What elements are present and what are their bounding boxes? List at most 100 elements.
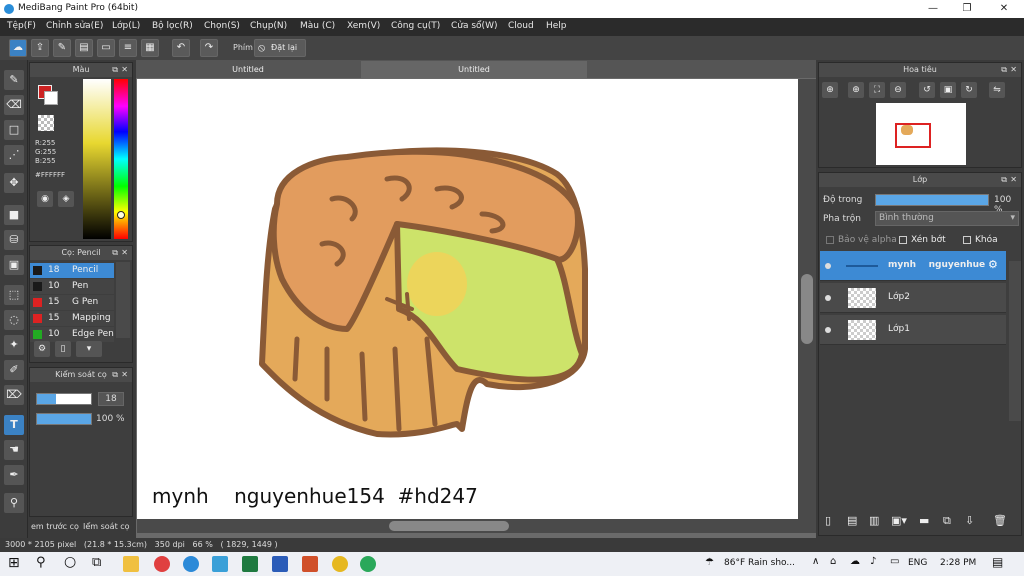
canvas-vertical-scrollbar[interactable] <box>798 79 816 519</box>
brush-tool-icon[interactable]: ✎ <box>4 70 24 90</box>
merge-layer-icon[interactable]: ⇩ <box>965 514 974 527</box>
gradient-tool-icon[interactable]: ▣ <box>4 255 24 275</box>
search-icon[interactable]: ⚲ <box>36 555 46 570</box>
brush-item[interactable]: 10 Edge Pen <box>30 327 114 342</box>
layer-row[interactable]: mynh nguyenhue ⚙ <box>820 251 1006 281</box>
undock-icon[interactable]: ⧉ <box>112 368 118 382</box>
panel-close-icon[interactable]: ✕ <box>121 246 128 260</box>
page-icon[interactable]: ▭ <box>97 39 115 57</box>
eyedropper-tool-icon[interactable]: ⚲ <box>4 493 24 513</box>
tab-document-1[interactable]: Untitled <box>136 61 360 78</box>
cloud-sync-icon[interactable]: ☁ <box>850 556 860 567</box>
new-layer-icon[interactable]: ▯ <box>825 514 831 527</box>
new-brush-icon[interactable]: ▯ <box>55 341 71 357</box>
zoom-in-icon[interactable]: ⊕ <box>822 82 838 98</box>
share-icon[interactable]: ⇪ <box>31 39 49 57</box>
panel-close-icon[interactable]: ✕ <box>121 368 128 382</box>
list-icon[interactable]: ≡ <box>119 39 137 57</box>
bucket-tool-icon[interactable]: ⛁ <box>4 230 24 250</box>
protect-alpha-checkbox[interactable] <box>826 236 834 244</box>
language-indicator[interactable]: ENG <box>908 558 927 568</box>
horizontal-scroll-thumb[interactable] <box>389 521 509 531</box>
layer-row[interactable]: Lớp1 <box>820 315 1006 345</box>
menu-cloud[interactable]: Cloud <box>508 21 534 31</box>
layer-settings-icon[interactable]: ⚙ <box>988 258 998 271</box>
visibility-eye-icon[interactable] <box>825 295 831 301</box>
menu-edit[interactable]: Chỉnh sửa(E) <box>46 21 103 31</box>
chevron-up-icon[interactable]: ∧ <box>812 556 819 567</box>
panel-close-icon[interactable]: ✕ <box>1010 63 1017 77</box>
lock-checkbox[interactable] <box>963 236 971 244</box>
visibility-eye-icon[interactable] <box>825 327 831 333</box>
windows-start-icon[interactable]: ⊞ <box>8 555 20 571</box>
folder-icon[interactable]: ▬ <box>919 514 929 527</box>
menu-view[interactable]: Xem(V) <box>347 21 380 31</box>
brush-item[interactable]: 15 Mapping P <box>30 311 114 326</box>
menu-filter[interactable]: Bộ lọc(R) <box>152 21 193 31</box>
menu-snap[interactable]: Chụp(N) <box>250 21 287 31</box>
brush-item[interactable]: 15 G Pen <box>30 295 114 310</box>
palette-add-icon[interactable]: ◈ <box>58 191 74 207</box>
viewport-indicator[interactable] <box>895 123 931 148</box>
duplicate-layer-icon[interactable]: ⧉ <box>943 514 951 528</box>
move-tool-icon[interactable]: ✥ <box>4 173 24 193</box>
panel-close-icon[interactable]: ✕ <box>121 63 128 77</box>
grid-icon[interactable]: ▦ <box>141 39 159 57</box>
menu-tools[interactable]: Công cụ(T) <box>391 21 440 31</box>
tab-document-2[interactable]: Untitled <box>361 61 587 78</box>
layers-scrollbar[interactable] <box>1009 261 1021 421</box>
secondary-color-swatch[interactable] <box>44 91 58 105</box>
drawing-canvas[interactable]: mynh nguyenhue154 #hd247 <box>137 79 798 519</box>
redo-icon[interactable]: ↷ <box>200 39 218 57</box>
shape-tool-icon[interactable]: □ <box>4 120 24 140</box>
word-icon[interactable] <box>272 556 288 572</box>
palette-icon[interactable]: ◉ <box>37 191 53 207</box>
menu-select[interactable]: Chọn(S) <box>204 21 240 31</box>
fit-icon[interactable]: ⛶ <box>869 82 885 98</box>
brush-scrollbar[interactable] <box>116 262 130 338</box>
weather-text[interactable]: 86°F Rain sho... <box>724 558 795 568</box>
rotate-left-icon[interactable]: ↺ <box>919 82 935 98</box>
maximize-icon[interactable]: ❐ <box>960 2 974 16</box>
cloud-icon[interactable]: ☁ <box>9 39 27 57</box>
transparent-swatch[interactable] <box>38 115 54 131</box>
hand-tool-icon[interactable]: ☚ <box>4 440 24 460</box>
undo-icon[interactable]: ↶ <box>172 39 190 57</box>
minimize-icon[interactable]: — <box>926 2 940 16</box>
menu-color[interactable]: Màu (C) <box>300 21 335 31</box>
chat-icon[interactable]: ▤ <box>75 39 93 57</box>
navigator-preview[interactable] <box>876 103 966 165</box>
undock-icon[interactable]: ⧉ <box>1001 63 1007 77</box>
notification-icon[interactable]: ▤ <box>992 555 1003 569</box>
task-view-icon[interactable]: ⧉ <box>92 555 101 570</box>
flip-icon[interactable]: ⇋ <box>989 82 1005 98</box>
magic-wand-tool-icon[interactable]: ✦ <box>4 335 24 355</box>
brush-opacity-slider[interactable] <box>36 413 92 425</box>
text-tool-icon[interactable]: T <box>4 415 24 435</box>
undock-icon[interactable]: ⧉ <box>112 63 118 77</box>
add-layer-menu-icon[interactable]: ▣▾ <box>891 514 907 527</box>
app-circle-icon[interactable] <box>154 556 170 572</box>
reset-button[interactable]: ⦸ Đặt lại <box>254 39 306 57</box>
zoom-out-icon[interactable]: ⊖ <box>890 82 906 98</box>
tab-brush-preview[interactable]: em trước cọ <box>31 522 79 531</box>
dot-tool-icon[interactable]: ⋰ <box>4 145 24 165</box>
chrome-icon[interactable] <box>332 556 348 572</box>
close-icon[interactable]: ✕ <box>997 2 1011 16</box>
clock[interactable]: 2:28 PM <box>940 558 976 568</box>
clip-checkbox[interactable] <box>899 236 907 244</box>
saturation-box[interactable] <box>83 79 111 239</box>
layer-row[interactable]: Lớp2 <box>820 283 1006 313</box>
canvas-horizontal-scrollbar[interactable] <box>137 519 816 533</box>
menu-help[interactable]: Help <box>546 21 567 31</box>
undock-icon[interactable]: ⧉ <box>112 246 118 260</box>
excel-icon[interactable] <box>242 556 258 572</box>
fill-rect-tool-icon[interactable]: ■ <box>4 205 24 225</box>
medibang-taskbar-icon[interactable] <box>360 556 376 572</box>
vertical-scroll-thumb[interactable] <box>801 274 813 344</box>
battery-icon[interactable]: ▭ <box>890 556 899 567</box>
comment-icon[interactable]: ✎ <box>53 39 71 57</box>
cortana-icon[interactable]: ○ <box>64 554 76 570</box>
select-eraser-tool-icon[interactable]: ⌦ <box>4 385 24 405</box>
brush-settings-icon[interactable]: ⚙ <box>34 341 50 357</box>
